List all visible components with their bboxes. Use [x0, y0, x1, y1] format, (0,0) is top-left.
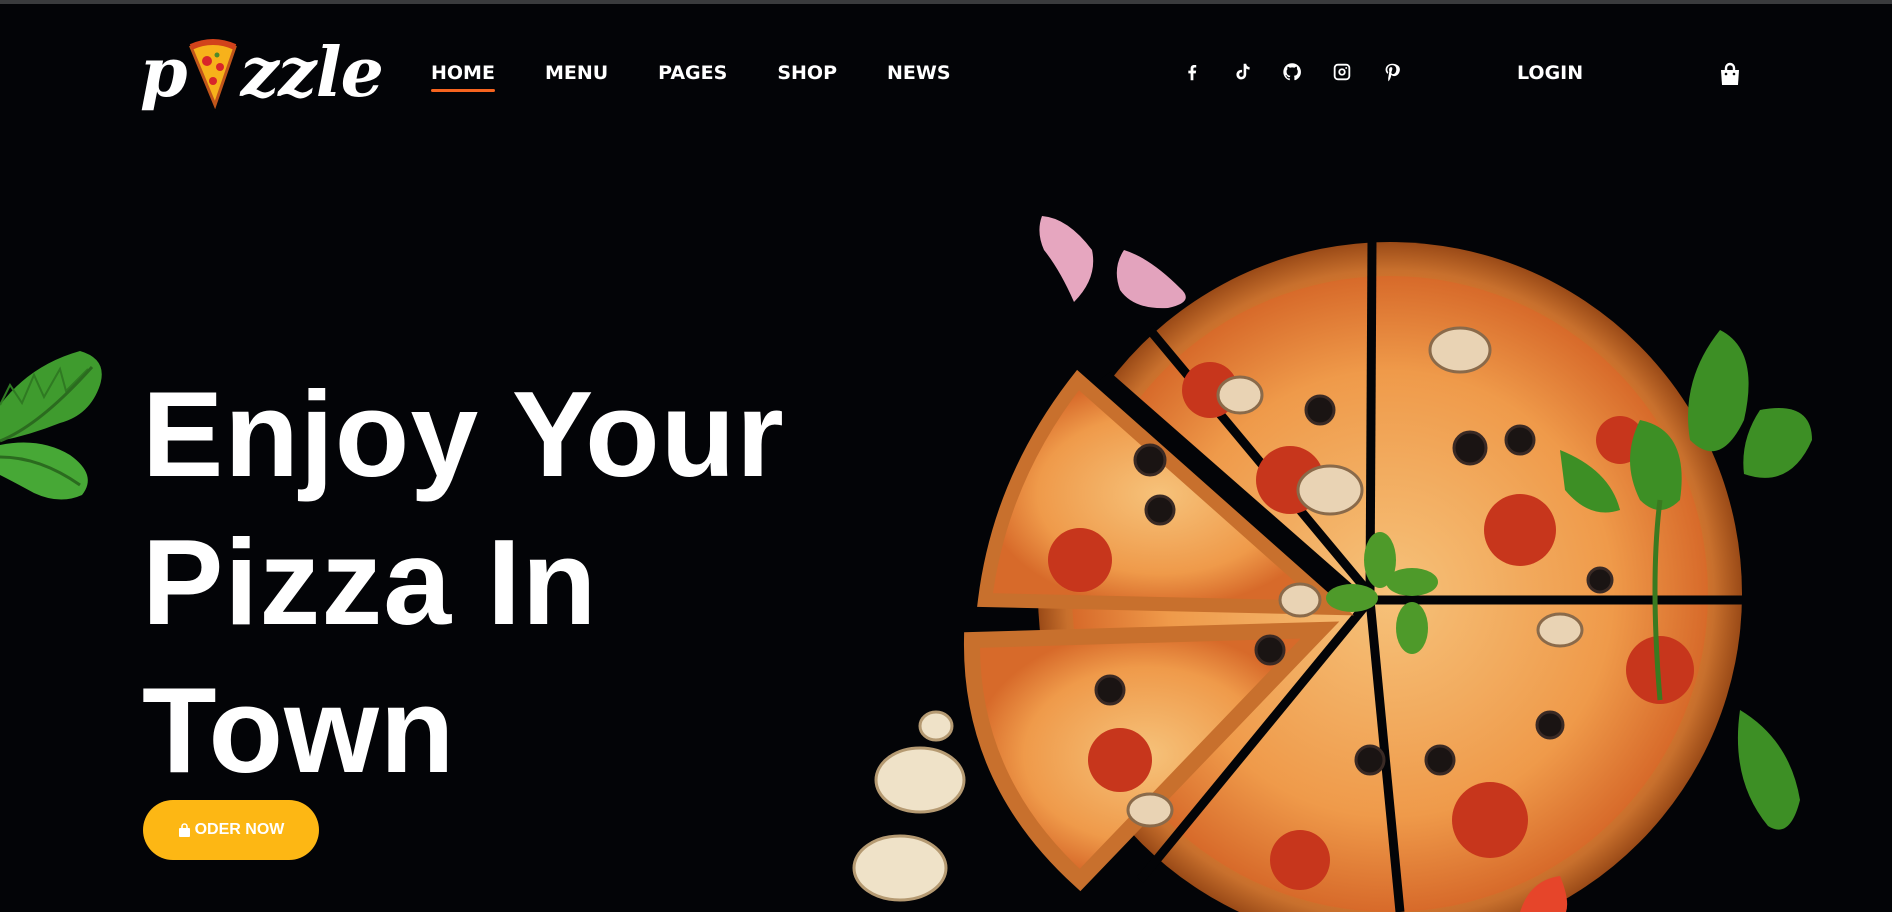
hero-title-line-3: Town [142, 662, 456, 798]
pizza-slice-icon [188, 39, 237, 109]
facebook-icon[interactable] [1180, 60, 1204, 84]
shopping-bag-icon [178, 823, 190, 837]
hero-title-line-2: Pizza In [142, 514, 598, 650]
window-top-border [0, 0, 1892, 4]
pizza-hero-image [852, 216, 1812, 912]
instagram-icon[interactable] [1330, 60, 1354, 84]
logo-text-right: zzle [240, 33, 384, 113]
pinterest-icon[interactable] [1380, 60, 1404, 84]
login-link[interactable]: LOGIN [1517, 62, 1583, 84]
mushroom-decoration [852, 710, 966, 902]
order-now-label: ODER NOW [194, 821, 285, 838]
social-links [1180, 60, 1404, 84]
shopping-bag-icon[interactable] [1719, 62, 1741, 86]
hero-heading: Enjoy Your Pizza In Town [142, 360, 862, 804]
tiktok-icon[interactable] [1230, 60, 1254, 84]
nav-news[interactable]: NEWS [887, 62, 951, 90]
nav-home[interactable]: HOME [431, 62, 495, 92]
parsley-leaf-decoration [0, 351, 102, 500]
logo-text-left: p [140, 33, 188, 113]
nav-menu[interactable]: MENU [545, 62, 608, 90]
nav-shop[interactable]: SHOP [777, 62, 837, 90]
garlic-clove-decoration [1039, 216, 1186, 309]
logo-wordmark: p zzle [140, 33, 384, 113]
hero-title-line-1: Enjoy Your [142, 366, 785, 502]
nav-pages[interactable]: PAGES [658, 62, 727, 90]
main-nav: HOME MENU PAGES SHOP NEWS [431, 62, 951, 92]
github-icon[interactable] [1280, 60, 1304, 84]
order-now-button[interactable]: ODER NOW [143, 800, 319, 860]
site-logo[interactable]: p zzle [140, 30, 384, 116]
